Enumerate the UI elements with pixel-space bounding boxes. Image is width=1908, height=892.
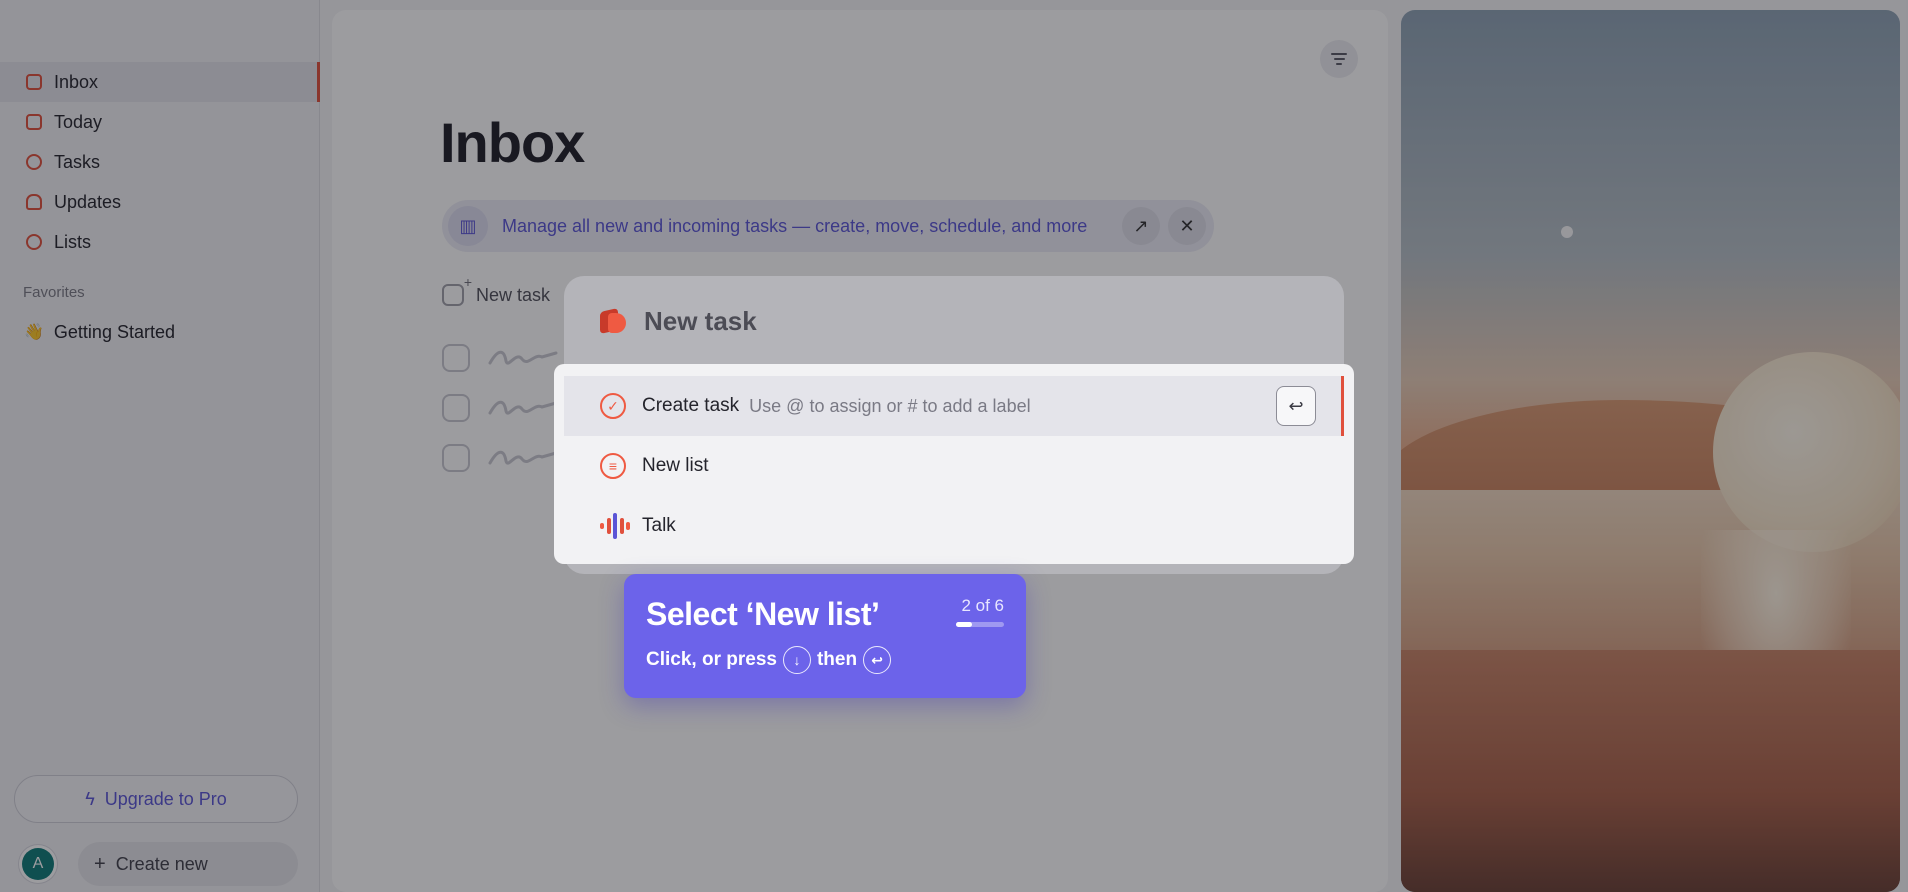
- tooltip-progress-bar: [956, 622, 1004, 627]
- new-task-dialog: New task ✓ Create task Use @ to assign o…: [554, 276, 1354, 574]
- tooltip-instruction-middle: then: [816, 649, 858, 670]
- dialog-header: New task: [564, 276, 1344, 366]
- menu-item-label: New list: [642, 455, 709, 476]
- command-menu: ✓ Create task Use @ to assign or # to ad…: [554, 364, 1354, 564]
- tooltip-instruction: Click, or press ↓ then ↩: [646, 646, 897, 674]
- dialog-title[interactable]: New task: [644, 306, 757, 337]
- menu-item-hint: Use @ to assign or # to add a label: [749, 395, 1031, 416]
- menu-item-label: Talk: [642, 515, 676, 536]
- enter-key-icon: ↩: [863, 646, 892, 674]
- tooltip-progress-fill: [956, 622, 972, 627]
- menu-item-label: Create task: [642, 395, 740, 416]
- tooltip-step-counter: 2 of 6: [961, 596, 1004, 615]
- menu-item-new-list[interactable]: ≡ New list: [564, 436, 1344, 496]
- voice-icon: [600, 511, 630, 541]
- app-logo-icon: [600, 308, 626, 334]
- list-icon: ≡: [600, 453, 626, 479]
- arrow-down-icon: ↓: [782, 646, 811, 674]
- tooltip-instruction-prefix: Click, or press: [646, 649, 777, 670]
- menu-item-talk[interactable]: Talk: [564, 496, 1344, 556]
- check-circle-icon: ✓: [600, 393, 626, 419]
- onboarding-tooltip: Select ‘New list’ 2 of 6 Click, or press…: [624, 574, 1026, 698]
- menu-item-create-task[interactable]: ✓ Create task Use @ to assign or # to ad…: [564, 376, 1344, 436]
- enter-key-icon[interactable]: ↩: [1276, 386, 1316, 426]
- tooltip-title: Select ‘New list’: [646, 596, 880, 632]
